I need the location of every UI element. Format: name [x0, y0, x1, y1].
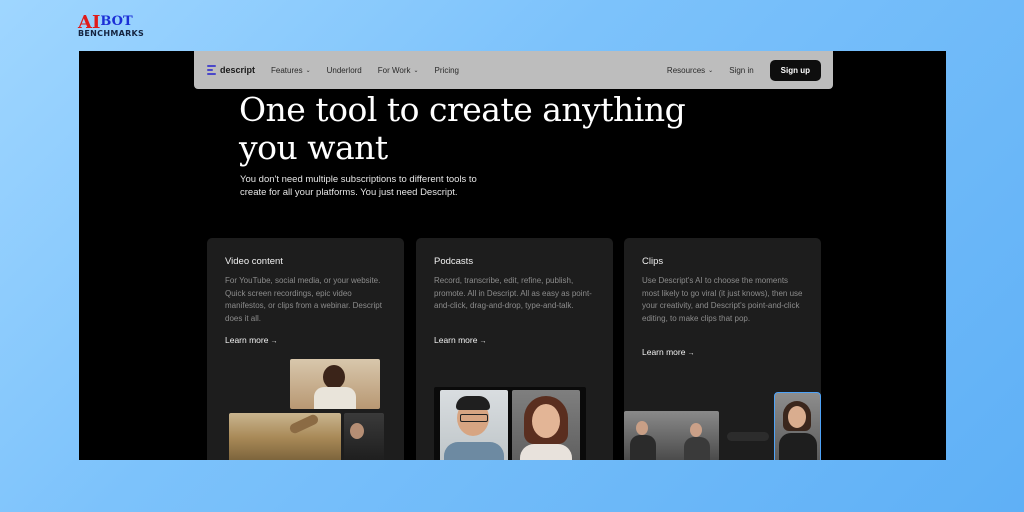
body-shape: [630, 435, 656, 460]
card-body: For YouTube, social media, or your websi…: [225, 276, 382, 323]
nav-features[interactable]: Features ⌄: [271, 66, 311, 75]
hand-shape: [288, 413, 320, 435]
learn-more-label: Learn more: [434, 335, 478, 345]
shirt-shape: [314, 387, 356, 409]
thumbnail-man-microphone: [344, 413, 384, 460]
nav-for-work[interactable]: For Work ⌄: [378, 66, 419, 75]
arrow-right-icon: →: [479, 338, 487, 345]
face-shape: [690, 423, 702, 437]
learn-more-link[interactable]: Learn more →: [642, 347, 694, 357]
thumbnail-vertical-clip[interactable]: [774, 392, 821, 460]
card-title: Video content: [225, 256, 283, 267]
nav-pricing[interactable]: Pricing: [435, 66, 459, 75]
top-navbar: descript Features ⌄ Underlord For Work ⌄ P…: [194, 51, 833, 89]
chevron-down-icon: ⌄: [305, 67, 311, 74]
brand-name: descript: [220, 65, 256, 75]
sign-in-link[interactable]: Sign in: [729, 66, 753, 75]
hero-title: One tool to create anything you want: [239, 90, 686, 167]
card-clips[interactable]: Clips Use Descript's AI to choose the mo…: [624, 238, 821, 460]
thumbnail-wheat-field: [229, 413, 341, 460]
learn-more-link[interactable]: Learn more →: [225, 335, 277, 345]
thumbnail-studio-conversation: [624, 411, 719, 460]
caller-left: [440, 390, 508, 460]
nav-resources-label: Resources: [666, 65, 706, 75]
face-shape: [532, 404, 560, 438]
thumbnail-podcast-call: [434, 387, 586, 460]
chevron-down-icon: ⌄: [413, 67, 419, 74]
nav-pricing-label: Pricing: [434, 65, 459, 75]
card-title: Clips: [642, 256, 664, 267]
body-shape: [779, 433, 817, 460]
card-body: Record, transcribe, edit, refine, publis…: [434, 276, 592, 310]
face-shape: [788, 406, 806, 428]
logo-benchmarks: BENCHMARKS: [78, 29, 145, 38]
brand-logo[interactable]: descript: [207, 65, 255, 75]
nav-for-work-label: For Work: [377, 65, 411, 75]
nav-features-label: Features: [271, 65, 303, 75]
face-shape: [323, 365, 345, 389]
nav-resources[interactable]: Resources ⌄: [667, 66, 713, 75]
watermark-logo: AIBOT BENCHMARKS: [78, 14, 144, 38]
body-shape: [684, 437, 710, 460]
sign-up-button[interactable]: Sign up: [769, 59, 821, 81]
logo-bot: BOT: [100, 14, 133, 29]
arrow-right-icon: →: [270, 338, 278, 345]
caller-right: [512, 390, 580, 460]
website-screenshot: descript Features ⌄ Underlord For Work ⌄ P…: [79, 51, 946, 460]
glasses-shape: [460, 414, 488, 422]
descript-logo-icon: [207, 65, 216, 75]
face-shape: [350, 423, 364, 439]
chevron-down-icon: ⌄: [708, 67, 714, 74]
card-video-content[interactable]: Video content For YouTube, social media,…: [207, 238, 404, 460]
face-shape: [636, 421, 648, 435]
card-podcasts[interactable]: Podcasts Record, transcribe, edit, refin…: [416, 238, 613, 460]
nav-right-group: Resources ⌄ Sign in Sign up: [667, 59, 833, 81]
shirt-shape: [444, 442, 504, 460]
nav-underlord[interactable]: Underlord: [327, 66, 362, 75]
card-body: Use Descript's AI to choose the moments …: [642, 276, 803, 323]
arrow-right-icon: →: [687, 350, 695, 357]
add-template-chip[interactable]: [727, 432, 769, 441]
hero-subtitle: You don't need multiple subscriptions to…: [240, 174, 477, 198]
card-title: Podcasts: [434, 256, 474, 267]
thumbnail-woman-smiling: [290, 359, 380, 409]
shirt-shape: [520, 444, 572, 460]
learn-more-link[interactable]: Learn more →: [434, 335, 486, 345]
nav-underlord-label: Underlord: [326, 65, 362, 75]
learn-more-label: Learn more: [642, 347, 686, 357]
learn-more-label: Learn more: [225, 335, 269, 345]
hair-shape: [456, 396, 490, 410]
